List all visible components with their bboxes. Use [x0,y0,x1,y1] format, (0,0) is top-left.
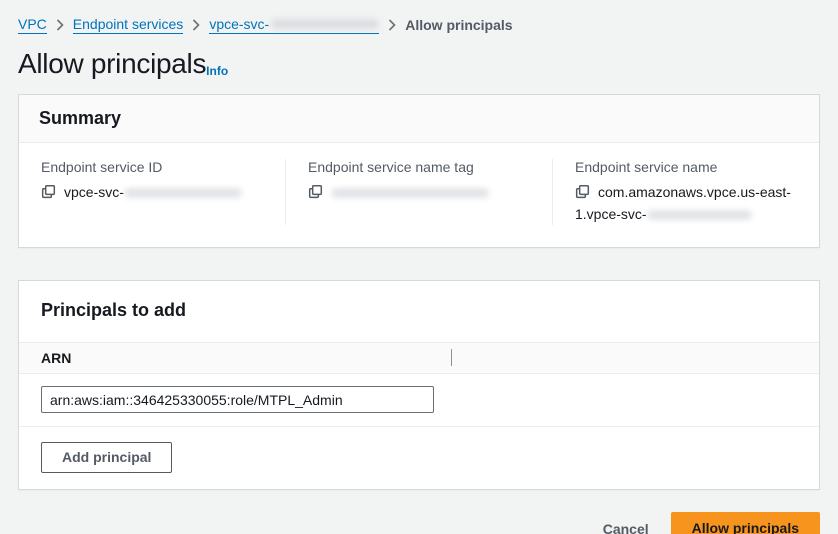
column-divider [451,349,452,366]
field-label: Endpoint service name tag [308,159,538,175]
summary-field-endpoint-service-name-tag: Endpoint service name tag [285,159,552,225]
redacted-text [271,19,379,29]
arn-column-header: ARN [41,350,71,366]
field-value: vpce-svc- [41,182,271,204]
add-principal-button[interactable]: Add principal [41,442,172,473]
chevron-right-icon [56,19,64,31]
summary-card-header: Summary [19,95,819,143]
arn-column-header-row: ARN [19,342,819,374]
arn-input-row [19,374,819,427]
redacted-text [124,188,242,198]
info-link[interactable]: Info [206,64,228,78]
field-label: Endpoint service name [575,159,805,175]
principals-title: Principals to add [41,300,186,320]
principals-card-header: Principals to add [19,281,819,342]
field-value [308,182,538,204]
summary-card: Summary Endpoint service ID vpce-svc- En… [18,94,820,248]
summary-title: Summary [39,108,121,128]
allow-principals-page: VPC Endpoint services vpce-svc- Allow pr… [0,0,838,534]
cancel-button[interactable]: Cancel [599,515,653,534]
copy-icon[interactable] [575,184,590,199]
field-label: Endpoint service ID [41,159,271,175]
summary-field-endpoint-service-id: Endpoint service ID vpce-svc- [19,159,285,225]
breadcrumb-endpoint-service-id-label: vpce-svc- [209,16,269,32]
breadcrumb-endpoint-services[interactable]: Endpoint services [73,16,184,34]
summary-field-endpoint-service-name: Endpoint service name com.amazonaws.vpce… [552,159,819,225]
field-value-text: vpce-svc- [64,184,124,200]
breadcrumb-current-page: Allow principals [405,17,512,33]
breadcrumb-vpc[interactable]: VPC [18,16,47,34]
principals-to-add-card: Principals to add ARN Add principal [18,280,820,490]
arn-input[interactable] [41,386,434,413]
copy-icon[interactable] [308,184,323,199]
chevron-right-icon [388,19,396,31]
page-title: Allow principals [18,48,206,80]
field-value: com.amazonaws.vpce.us-east-1.vpce-svc- [575,182,805,225]
copy-icon[interactable] [41,184,56,199]
breadcrumb-endpoint-service-id[interactable]: vpce-svc- [209,16,379,34]
allow-principals-button[interactable]: Allow principals [671,512,820,534]
redacted-text [331,188,489,198]
breadcrumb: VPC Endpoint services vpce-svc- Allow pr… [18,16,820,34]
form-actions: Cancel Allow principals [18,512,820,534]
summary-body: Endpoint service ID vpce-svc- Endpoint s… [19,143,819,247]
principals-card-footer: Add principal [19,427,819,489]
chevron-right-icon [192,19,200,31]
redacted-text [647,210,752,220]
page-title-row: Allow principals Info [18,48,820,80]
